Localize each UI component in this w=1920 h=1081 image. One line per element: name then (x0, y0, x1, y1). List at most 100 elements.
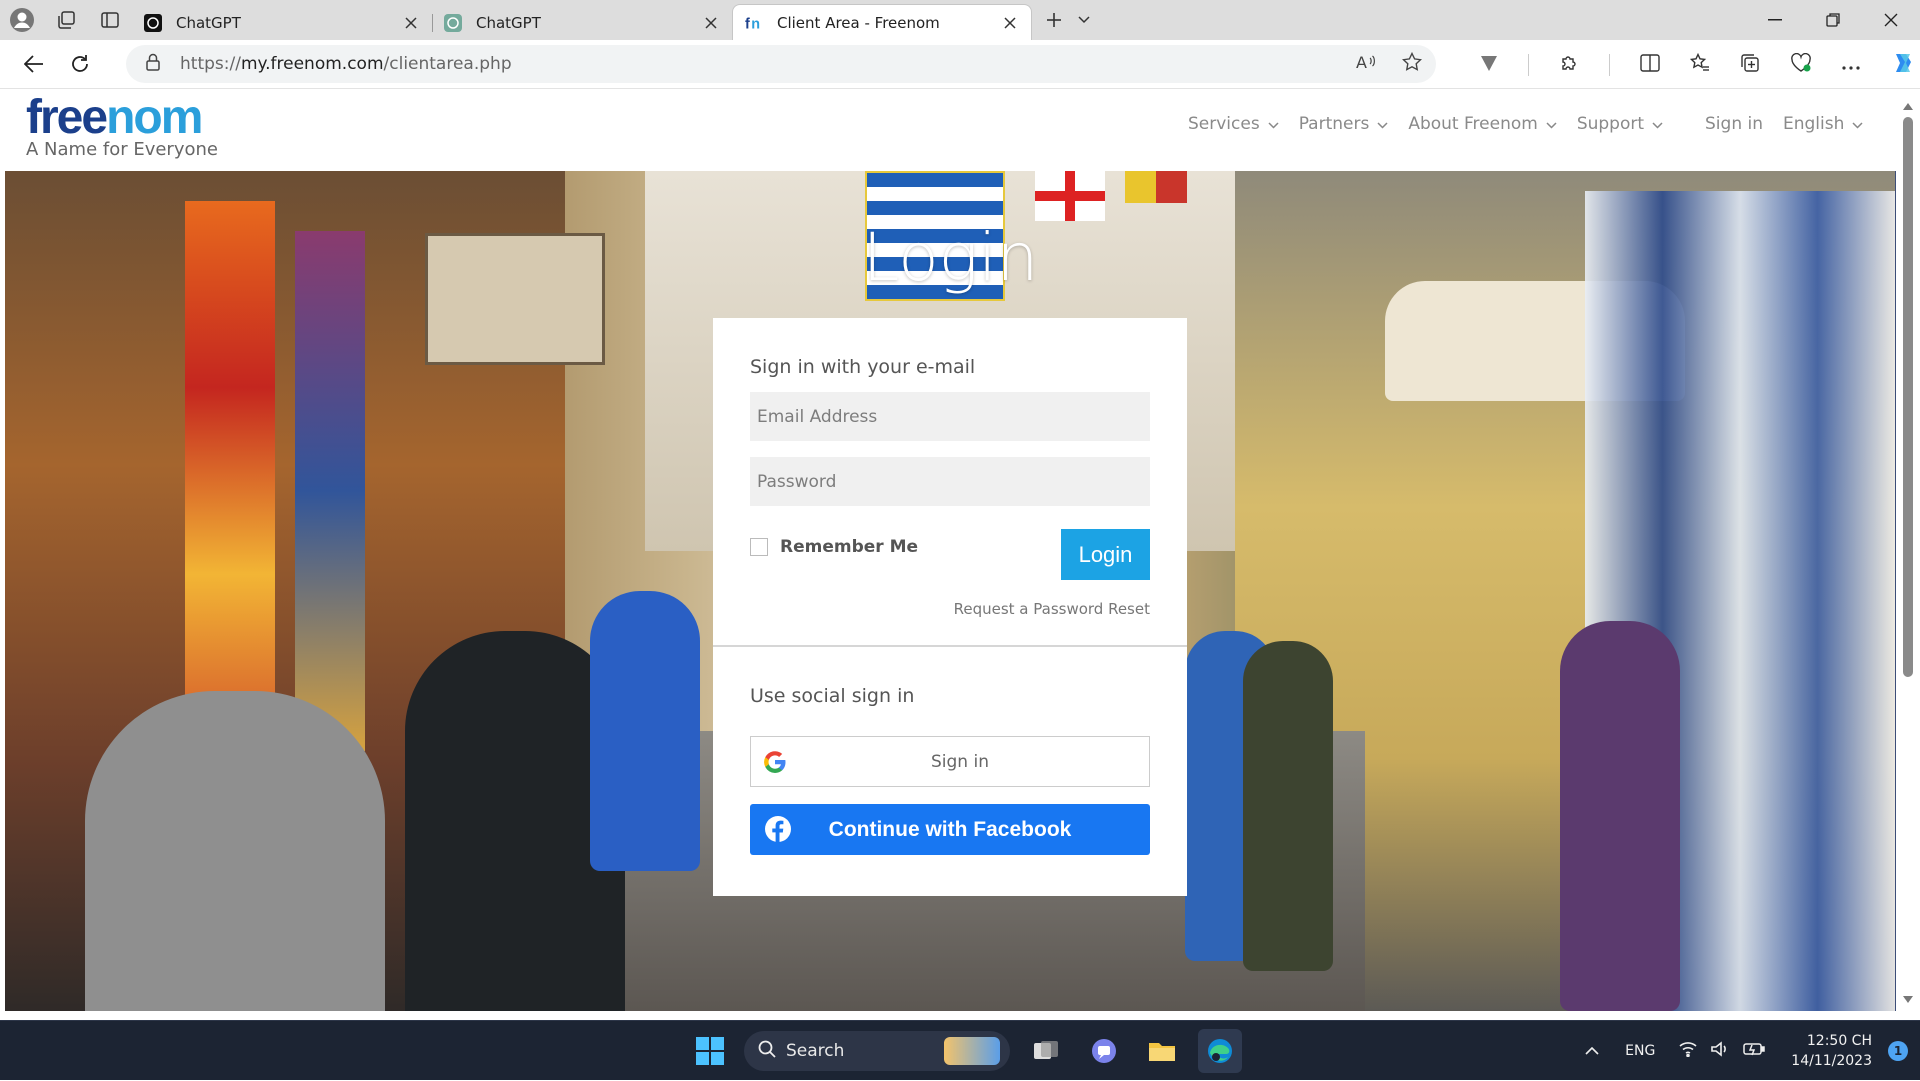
remember-me-label: Remember Me (780, 537, 919, 557)
site-header: freenom A Name for Everyone Services Par… (0, 89, 1896, 171)
nav-about-freenom[interactable]: About Freenom (1408, 114, 1557, 134)
toolbar-divider (1609, 53, 1610, 76)
minimize-icon[interactable] (1746, 0, 1804, 40)
search-highlight-image (944, 1037, 1000, 1065)
email-signin-heading: Sign in with your e-mail (750, 356, 976, 378)
google-sign-in-button[interactable]: Sign in (750, 736, 1150, 787)
chevron-up-icon[interactable] (1585, 1043, 1599, 1059)
more-options-icon[interactable] (1842, 55, 1860, 74)
favorite-star-icon[interactable] (1401, 51, 1423, 76)
taskbar-search-label: Search (786, 1041, 845, 1061)
copilot-icon[interactable] (1890, 50, 1916, 80)
password-reset-link[interactable]: Request a Password Reset (954, 600, 1150, 618)
language-label: English (1783, 114, 1845, 134)
close-icon[interactable] (402, 14, 420, 32)
edge-browser-icon[interactable] (1198, 1029, 1242, 1073)
close-window-icon[interactable] (1862, 0, 1920, 40)
lock-icon[interactable] (146, 53, 160, 75)
back-icon[interactable] (12, 44, 56, 84)
photo-flag (1035, 171, 1105, 221)
volume-icon (1711, 1041, 1729, 1061)
teams-chat-icon[interactable] (1082, 1029, 1126, 1073)
nav-label: Services (1188, 114, 1260, 134)
scroll-up-icon[interactable] (1903, 95, 1913, 114)
freenom-icon: fn (745, 14, 763, 32)
clock-date: 14/11/2023 (1791, 1053, 1872, 1069)
vpn-icon[interactable] (1480, 54, 1498, 76)
photo-pedestrian (85, 691, 385, 1011)
facebook-icon (764, 815, 792, 847)
chevron-down-icon[interactable] (1072, 4, 1096, 36)
login-card: Sign in with your e-mail Remember Me Log… (713, 318, 1187, 896)
tab-title: ChatGPT (176, 14, 241, 32)
file-explorer-icon[interactable] (1140, 1029, 1184, 1073)
nav-label: About Freenom (1408, 114, 1538, 134)
close-icon[interactable] (702, 14, 720, 32)
windows-start-icon[interactable] (690, 1031, 730, 1071)
password-field[interactable] (750, 457, 1150, 506)
svg-text:A: A (1356, 53, 1367, 71)
profile-icon[interactable] (0, 0, 44, 40)
clock-time: 12:50 CH (1806, 1033, 1872, 1049)
nav-sign-in[interactable]: Sign in (1705, 114, 1763, 134)
page-scrollbar[interactable] (1896, 89, 1920, 1011)
toolbar-divider (1528, 53, 1529, 76)
google-button-label: Sign in (931, 751, 989, 772)
taskbar-search[interactable]: Search (744, 1031, 1010, 1071)
url-text: https://my.freenom.com/clientarea.php (180, 54, 512, 74)
tab-title: Client Area - Freenom (777, 13, 940, 32)
photo-pedestrian (1560, 621, 1680, 1011)
task-view-icon[interactable] (1024, 1029, 1068, 1073)
quick-settings[interactable] (1679, 1041, 1766, 1061)
nav-support[interactable]: Support (1577, 114, 1663, 134)
login-button[interactable]: Login (1061, 529, 1150, 580)
window-controls (1746, 0, 1920, 40)
scrollbar-thumb[interactable] (1903, 117, 1913, 677)
browser-essentials-icon[interactable] (1790, 52, 1812, 77)
page-title: Login (862, 219, 1039, 296)
email-field[interactable] (750, 392, 1150, 441)
windows-taskbar: Search ENG 12:50 CH 14/11/2023 1 (0, 1020, 1920, 1080)
facebook-sign-in-button[interactable]: Continue with Facebook (750, 804, 1150, 855)
logo-tagline: A Name for Everyone (26, 139, 218, 160)
split-screen-icon[interactable] (1640, 53, 1660, 76)
workspaces-icon[interactable] (44, 0, 88, 40)
freenom-logo[interactable]: freenom A Name for Everyone (26, 93, 218, 161)
notification-badge[interactable]: 1 (1888, 1041, 1908, 1061)
chevron-down-icon (1652, 114, 1663, 134)
photo-pedestrian (590, 591, 700, 871)
new-tab-icon[interactable] (1036, 4, 1072, 36)
chevron-down-icon (1268, 114, 1279, 134)
chatgpt-icon (444, 14, 462, 32)
address-bar[interactable]: https://my.freenom.com/clientarea.php A (126, 45, 1436, 83)
browser-toolbar-icons (1480, 40, 1916, 89)
extensions-icon[interactable] (1559, 53, 1579, 77)
photo-hanging-fabric (295, 231, 365, 751)
photo-pedestrian (1243, 641, 1333, 971)
main-nav: Services Partners About Freenom Support … (1188, 114, 1883, 134)
chevron-down-icon (1377, 114, 1388, 134)
svg-text:n: n (751, 16, 760, 32)
nav-services[interactable]: Services (1188, 114, 1279, 134)
tab-chatgpt-1[interactable]: ChatGPT (132, 7, 432, 39)
close-icon[interactable] (1001, 14, 1019, 32)
tab-freenom[interactable]: fn Client Area - Freenom (732, 4, 1032, 40)
svg-text:f: f (745, 16, 750, 32)
refresh-icon[interactable] (58, 44, 102, 84)
collections-icon[interactable] (1740, 53, 1760, 77)
tab-chatgpt-2[interactable]: ChatGPT (432, 7, 732, 39)
language-selector[interactable]: English (1783, 114, 1863, 134)
battery-icon (1743, 1041, 1766, 1061)
tab-actions-icon[interactable] (88, 0, 132, 40)
section-divider (713, 645, 1187, 647)
favorites-icon[interactable] (1689, 52, 1710, 77)
scroll-down-icon[interactable] (1903, 988, 1913, 1007)
clock[interactable]: 12:50 CH 14/11/2023 (1791, 1031, 1872, 1071)
input-language[interactable]: ENG (1625, 1043, 1655, 1059)
tab-title: ChatGPT (476, 14, 541, 32)
remember-me-checkbox[interactable] (750, 538, 768, 556)
restore-icon[interactable] (1804, 0, 1862, 40)
nav-partners[interactable]: Partners (1299, 114, 1389, 134)
read-aloud-icon[interactable]: A (1356, 53, 1376, 75)
photo-flag (1125, 171, 1187, 203)
